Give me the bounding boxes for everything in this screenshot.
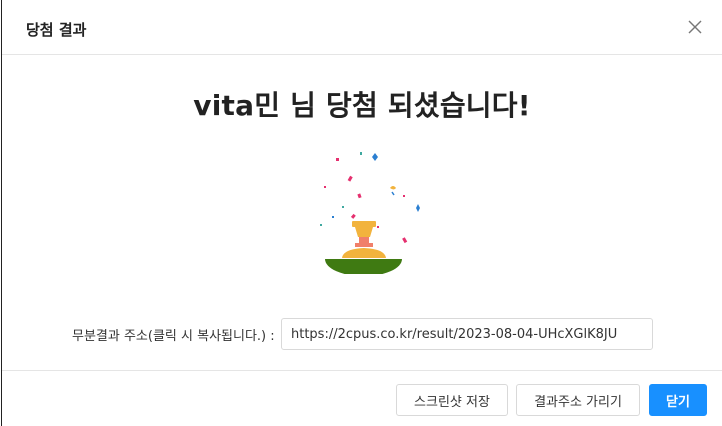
close-icon[interactable] [682,14,708,40]
result-url-field[interactable] [281,318,653,350]
close-button[interactable]: 닫기 [649,384,707,416]
result-dialog: 당첨 결과 vita민 님 당첨 되셨습니다! 무분결과 주소(클릭 시 복사됩… [1,0,722,426]
result-url-label: 무분결과 주소(클릭 시 복사됩니다.) : [72,329,275,344]
dialog-header: 당첨 결과 [2,0,722,55]
dialog-title: 당첨 결과 [26,21,87,39]
hide-result-url-button[interactable]: 결과주소 가리기 [516,384,640,416]
result-url-row: 무분결과 주소(클릭 시 복사됩니다.) : [2,318,722,350]
winner-headline: vita민 님 당첨 되셨습니다! [193,89,531,122]
trophy-confetti-icon [302,148,424,277]
dialog-footer: 스크린샷 저장 결과주소 가리기 닫기 [2,370,722,426]
save-screenshot-button[interactable]: 스크린샷 저장 [396,384,508,416]
